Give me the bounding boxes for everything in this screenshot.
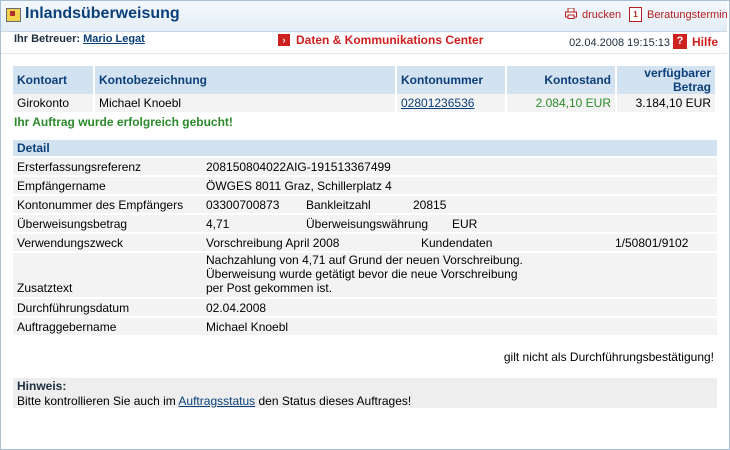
purpose-value: Vorschreibung April 2008 — [206, 236, 340, 250]
currency-label: Überweisungswährung — [306, 217, 429, 231]
col-account-name: Kontobezeichnung — [94, 66, 397, 94]
detail-row: Ersterfassungsreferenz 208150804022AIG-1… — [13, 158, 717, 175]
order-status-link[interactable]: Auftragsstatus — [178, 394, 255, 408]
detail-panel: Detail Ersterfassungsreferenz 2081508040… — [13, 140, 717, 335]
col-balance: Kontostand — [506, 66, 617, 94]
account-balance: 2.084,10 EUR — [506, 94, 617, 112]
detail-row: Überweisungsbetrag 4,71 Überweisungswähr… — [13, 215, 717, 232]
account-number-cell: 02801236536 — [396, 94, 507, 112]
detail-row: Durchführungsdatum 02.04.2008 — [13, 299, 717, 316]
print-link[interactable]: drucken — [582, 9, 621, 21]
success-message: Ihr Auftrag wurde erfolgreich gebucht! — [14, 115, 233, 129]
hint-heading: Hinweis: — [17, 379, 67, 393]
col-account-number: Kontonummer — [396, 66, 507, 94]
reference-value: 208150804022AIG-191513367499 — [206, 160, 391, 174]
detail-row: Auftraggebername Michael Knoebl — [13, 318, 717, 335]
appointment-link[interactable]: Beratungstermin — [647, 9, 728, 21]
advisor-row: Ihr Betreuer: Mario Legat — [14, 33, 145, 51]
detail-heading: Detail — [13, 140, 717, 156]
arrow-right-icon: › — [278, 34, 290, 46]
detail-row: Zusatztext Nachzahlung von 4,71 auf Grun… — [13, 253, 717, 297]
extra-text-line: Überweisung wurde getätigt bevor die neu… — [206, 267, 518, 281]
help-link[interactable]: Hilfe — [692, 35, 718, 49]
detail-row: Verwendungszweck Vorschreibung April 200… — [13, 234, 717, 251]
account-table-header: Kontoart Kontobezeichnung Kontonummer Ko… — [13, 66, 717, 94]
hint-text-before: Bitte kontrollieren Sie auch im — [17, 394, 179, 408]
hint-text: Bitte kontrollieren Sie auch im Auftrags… — [17, 394, 411, 408]
recipient-value: ÖWGES 8011 Graz, Schillerplatz 4 — [206, 179, 392, 193]
purpose-label: Verwendungszweck — [17, 236, 124, 250]
divider — [1, 53, 727, 54]
extra-text-label: Zusatztext — [17, 281, 73, 295]
hint-box: Hinweis: Bitte kontrollieren Sie auch im… — [13, 378, 717, 408]
customer-data-label: Kundendaten — [421, 236, 493, 250]
transfer-icon — [6, 8, 21, 22]
help-icon[interactable]: ? — [673, 34, 687, 49]
recipient-label: Empfängername — [17, 179, 106, 193]
customer-data-value: 1/50801/9102 — [615, 236, 689, 250]
communication-center-link[interactable]: Daten & Kommunikations Center — [296, 33, 483, 47]
detail-row: Empfängername ÖWGES 8011 Graz, Schillerp… — [13, 177, 717, 194]
execution-date-value: 02.04.2008 — [206, 301, 267, 315]
amount-value: 4,71 — [206, 217, 230, 231]
printer-icon[interactable] — [565, 8, 577, 19]
recipient-account-label: Kontonummer des Empfängers — [17, 198, 184, 212]
amount-label: Überweisungsbetrag — [17, 217, 128, 231]
session-datetime: 02.04.2008 19:15:13 — [569, 37, 670, 49]
extra-text-line: per Post gekommen ist. — [206, 281, 333, 295]
account-name: Michael Knoebl — [94, 94, 397, 112]
orderer-label: Auftraggebername — [17, 320, 117, 334]
recipient-account-value: 03300700873 — [206, 198, 280, 212]
account-type: Girokonto — [13, 94, 95, 112]
hint-text-after: den Status dieses Auftrages! — [255, 394, 412, 408]
reference-label: Ersterfassungsreferenz — [17, 160, 142, 174]
col-account-type: Kontoart — [13, 66, 95, 94]
currency-value: EUR — [452, 217, 478, 231]
orderer-value: Michael Knoebl — [206, 320, 289, 334]
account-number-link[interactable]: 02801236536 — [401, 96, 474, 110]
advisor-label: Ihr Betreuer: — [14, 33, 81, 45]
account-table: Kontoart Kontobezeichnung Kontonummer Ko… — [13, 66, 717, 112]
advisor-link[interactable]: Mario Legat — [83, 33, 145, 45]
page-title: Inlandsüberweisung — [25, 5, 180, 22]
bank-code-label: Bankleitzahl — [306, 198, 371, 212]
table-row: Girokonto Michael Knoebl 02801236536 2.0… — [13, 94, 717, 112]
available-amount: 3.184,10 EUR — [616, 94, 717, 112]
detail-row: Kontonummer des Empfängers 03300700873 B… — [13, 196, 717, 213]
confirmation-note: gilt nicht als Durchführungsbestätigung! — [503, 350, 714, 364]
extra-text-line: Nachzahlung von 4,71 auf Grund der neuen… — [206, 253, 523, 267]
col-available: verfügbarer Betrag — [616, 66, 717, 94]
execution-date-label: Durchführungsdatum — [17, 301, 130, 315]
calendar-icon[interactable]: 1 — [629, 7, 642, 22]
bank-code-value: 20815 — [413, 198, 447, 212]
